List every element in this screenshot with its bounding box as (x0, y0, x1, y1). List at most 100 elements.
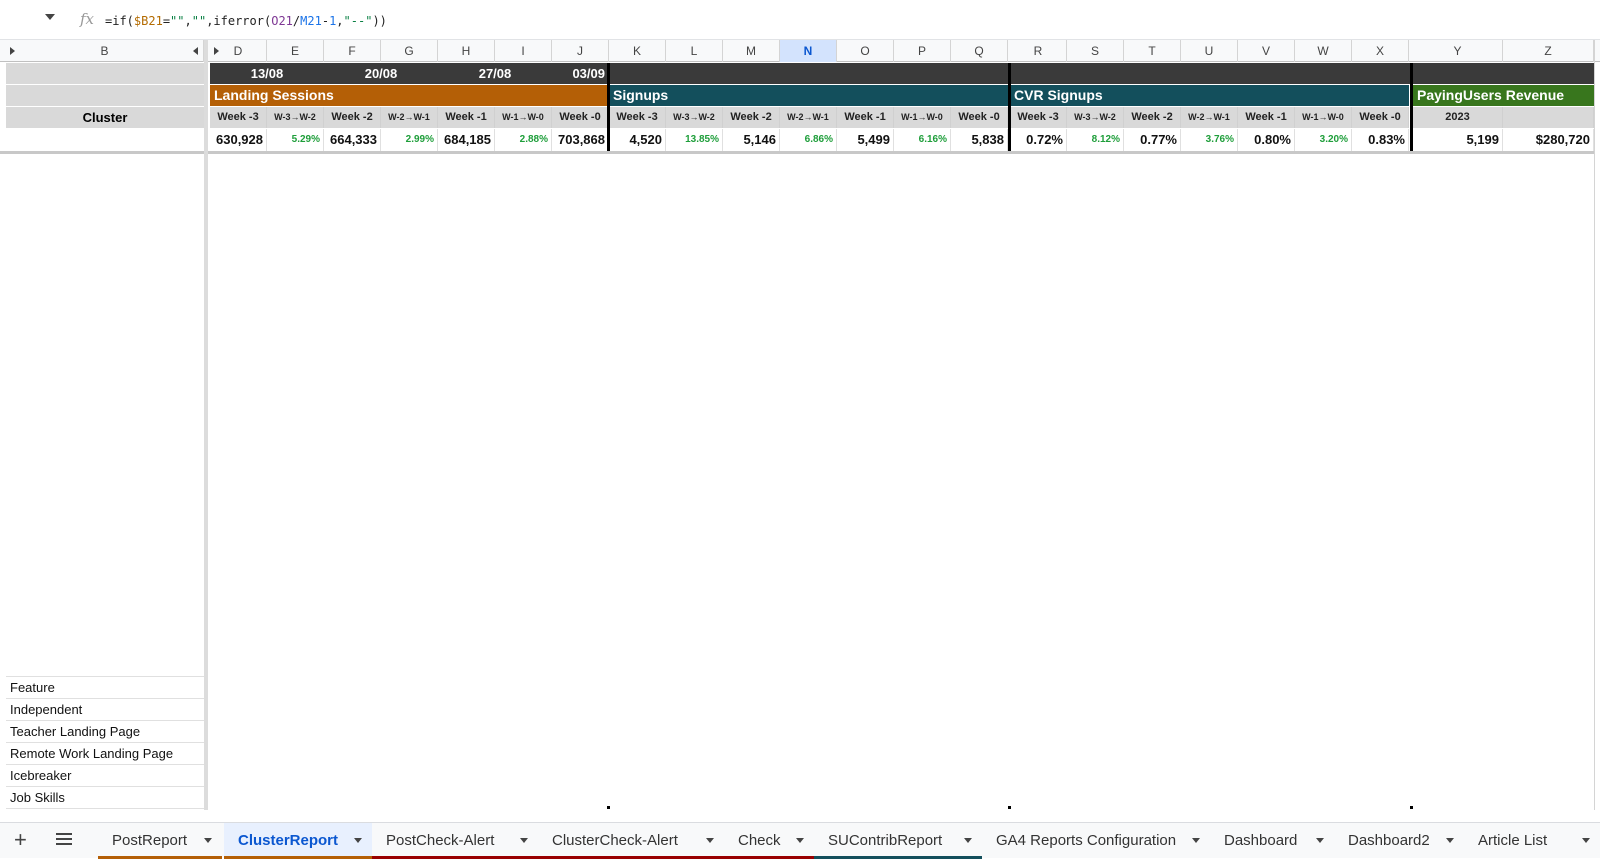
tab-menu-dropdown-icon[interactable] (706, 838, 714, 843)
column-header-s[interactable]: S (1067, 40, 1124, 62)
cvr-value-x[interactable]: 0.83% (1352, 129, 1409, 151)
cvr-value-s[interactable]: 8.12% (1067, 129, 1124, 151)
collapse-group-icon[interactable] (193, 47, 198, 55)
week-header-i: W-1→W-0 (495, 107, 552, 128)
week-date-0: 13/08 (250, 66, 284, 81)
column-header-k[interactable]: K (609, 40, 666, 62)
signups-value-q[interactable]: 5,838 (951, 129, 1008, 151)
column-header-q[interactable]: Q (951, 40, 1008, 62)
column-header-e[interactable]: E (267, 40, 324, 62)
name-box-dropdown-icon[interactable] (45, 14, 55, 20)
week-date-2: 27/08 (478, 66, 512, 81)
formula-input[interactable]: =if($B21="","",iferror(O21/M21-1,"--")) (105, 14, 387, 28)
signups-value-l[interactable]: 13.85% (666, 129, 723, 151)
landing-value-e[interactable]: 5.29% (267, 129, 324, 151)
column-header-m[interactable]: M (723, 40, 780, 62)
signups-value-n[interactable]: 6.86% (780, 129, 837, 151)
cluster-row-1[interactable]: Independent (6, 699, 204, 721)
fx-icon: fx (80, 10, 95, 28)
tab-menu-dropdown-icon[interactable] (796, 838, 804, 843)
tab-menu-dropdown-icon[interactable] (1192, 838, 1200, 843)
separator-tick-2 (1410, 806, 1413, 809)
tab-menu-dropdown-icon[interactable] (204, 838, 212, 843)
column-header-b[interactable]: B (6, 40, 204, 62)
add-sheet-icon[interactable]: + (14, 829, 27, 851)
cluster-row-5[interactable]: Job Skills (6, 787, 204, 809)
section-signups: Signups (609, 85, 1008, 106)
formula-bar: fx =if($B21="","",iferror(O21/M21-1,"--"… (0, 0, 1600, 40)
column-header-r[interactable]: R (1010, 40, 1067, 62)
sheet-tab-article-list[interactable]: Article List (1464, 823, 1600, 859)
sheet-tab-clusterreport[interactable]: ClusterReport (224, 823, 372, 859)
tab-menu-dropdown-icon[interactable] (1316, 838, 1324, 843)
column-header-n[interactable]: N (780, 40, 837, 62)
column-header-g[interactable]: G (381, 40, 438, 62)
cluster-column-header: Cluster (6, 107, 204, 128)
cvr-value-r[interactable]: 0.72% (1010, 129, 1067, 151)
sheet-tab-dashboard2[interactable]: Dashboard2 (1334, 823, 1464, 859)
column-header-i[interactable]: I (495, 40, 552, 62)
week-header-j: Week -0 (552, 107, 609, 128)
sheet-tab-sucontribreport[interactable]: SUContribReport (814, 823, 982, 859)
sheet-tab-postreport[interactable]: PostReport (98, 823, 222, 859)
signups-value-o[interactable]: 5,499 (837, 129, 894, 151)
expand-group-icon[interactable] (214, 47, 219, 55)
cluster-row-0[interactable]: Feature (6, 677, 204, 699)
landing-value-f[interactable]: 664,333 (324, 129, 381, 151)
landing-value-i[interactable]: 2.88% (495, 129, 552, 151)
cluster-row-4[interactable]: Icebreaker (6, 765, 204, 787)
cluster-list-top-border (6, 676, 204, 677)
column-header-u[interactable]: U (1181, 40, 1238, 62)
sheet-tab-ga4-reports-configuration[interactable]: GA4 Reports Configuration (982, 823, 1210, 859)
cvr-value-v[interactable]: 0.80% (1238, 129, 1295, 151)
expand-columns-icon[interactable] (10, 47, 15, 55)
sheet-tab-label: ClusterCheck-Alert (552, 832, 678, 849)
all-sheets-menu-icon[interactable] (56, 833, 72, 845)
cluster-total-cell[interactable] (6, 129, 204, 151)
frozen-rows-divider (0, 151, 1594, 154)
cvr-value-u[interactable]: 3.76% (1181, 129, 1238, 151)
cvr-value-t[interactable]: 0.77% (1124, 129, 1181, 151)
week-header-u: W-2→W-1 (1181, 107, 1238, 128)
landing-value-h[interactable]: 684,185 (438, 129, 495, 151)
column-header-l[interactable]: L (666, 40, 723, 62)
week-date-3: 03/09 (572, 66, 605, 81)
cluster-header-blank-2 (6, 85, 204, 106)
cluster-row-3[interactable]: Remote Work Landing Page (6, 743, 204, 765)
sheet-tab-check[interactable]: Check (724, 823, 814, 859)
landing-value-g[interactable]: 2.99% (381, 129, 438, 151)
revenue-value[interactable]: $280,720 (1503, 129, 1594, 151)
column-header-h[interactable]: H (438, 40, 495, 62)
column-header-z[interactable]: Z (1503, 40, 1594, 62)
landing-value-j[interactable]: 703,868 (552, 129, 609, 151)
column-header-row: BDEFGHIJKLMNOPQRSTUVWXYZ (0, 40, 1600, 62)
section-paying-users-revenue: PayingUsers Revenue (1413, 85, 1594, 106)
sheet-tab-clustercheck-alert[interactable]: ClusterCheck-Alert (538, 823, 724, 859)
tab-menu-dropdown-icon[interactable] (1582, 838, 1590, 843)
column-header-j[interactable]: J (552, 40, 609, 62)
column-header-y[interactable]: Y (1413, 40, 1503, 62)
tab-menu-dropdown-icon[interactable] (964, 838, 972, 843)
cvr-value-w[interactable]: 3.20% (1295, 129, 1352, 151)
landing-value-d[interactable]: 630,928 (210, 129, 267, 151)
sheet-tab-postcheck-alert[interactable]: PostCheck-Alert (372, 823, 538, 859)
sheet-tab-label: ClusterReport (238, 832, 339, 849)
column-header-v[interactable]: V (1238, 40, 1295, 62)
tab-menu-dropdown-icon[interactable] (354, 838, 362, 843)
column-header-o[interactable]: O (837, 40, 894, 62)
column-header-w[interactable]: W (1295, 40, 1352, 62)
signups-value-k[interactable]: 4,520 (609, 129, 666, 151)
week-header-m: Week -2 (723, 107, 780, 128)
signups-value-p[interactable]: 6.16% (894, 129, 951, 151)
signups-value-m[interactable]: 5,146 (723, 129, 780, 151)
column-header-p[interactable]: P (894, 40, 951, 62)
tab-menu-dropdown-icon[interactable] (520, 838, 528, 843)
sheet-tab-dashboard[interactable]: Dashboard (1210, 823, 1334, 859)
tab-menu-dropdown-icon[interactable] (1446, 838, 1454, 843)
column-header-t[interactable]: T (1124, 40, 1181, 62)
sheet-grid[interactable] (0, 62, 1600, 822)
column-header-x[interactable]: X (1352, 40, 1409, 62)
column-header-f[interactable]: F (324, 40, 381, 62)
paying-users-value[interactable]: 5,199 (1413, 129, 1503, 151)
cluster-row-2[interactable]: Teacher Landing Page (6, 721, 204, 743)
